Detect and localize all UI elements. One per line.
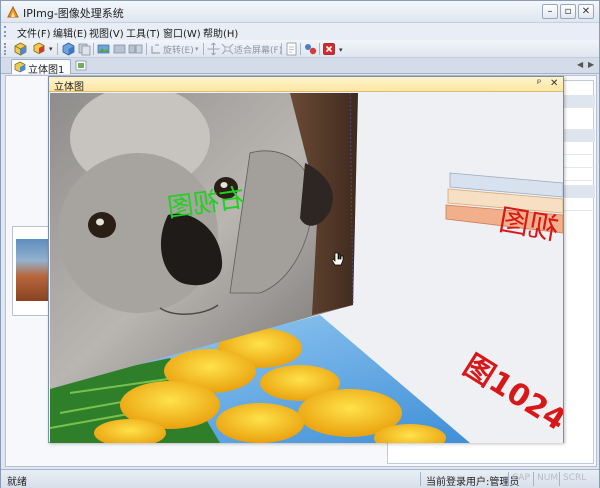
stereo-view-window[interactable]: 立体图 ᵖ ✕ 右视图 视图 图1024	[48, 76, 564, 443]
image-compare-icon[interactable]	[128, 42, 143, 56]
app-window: IPImg-图像处理系统 – ▫ ✕ 文件(F) 编辑(E) 视图(V) 工具(…	[0, 0, 600, 488]
status-separator	[420, 472, 421, 486]
image-export-icon[interactable]	[112, 42, 127, 56]
toolbar-separator	[146, 43, 147, 55]
bottom-caption: 图1024	[457, 348, 563, 438]
fit-screen-label[interactable]: 适合屏幕(F)	[234, 43, 282, 56]
move-icon[interactable]	[206, 42, 221, 56]
title-bar: IPImg-图像处理系统 – ▫ ✕	[1, 1, 599, 23]
status-scrl: SCRL	[563, 473, 587, 483]
window-title: IPImg-图像处理系统	[23, 7, 124, 20]
stereo-canvas[interactable]: 右视图 视图 图1024	[50, 93, 563, 443]
tab-document-1-label: 立体图1	[28, 65, 65, 76]
stereo-view-title: 立体图	[54, 82, 84, 93]
toolbar-grip[interactable]	[4, 43, 7, 55]
menu-window[interactable]: 窗口(W)	[163, 25, 201, 40]
thumbnail-panel	[12, 226, 52, 316]
toolbar-overflow-icon[interactable]: ▾	[339, 46, 343, 54]
new-tab-icon[interactable]	[75, 60, 88, 72]
stereo-view-titlebar[interactable]: 立体图 ᵖ ✕	[49, 77, 563, 93]
menu-file[interactable]: 文件(F)	[17, 25, 51, 40]
chevron-down-icon[interactable]: ▾	[49, 45, 53, 53]
pin-icon[interactable]: ᵖ	[537, 78, 541, 89]
restore-button[interactable]: ▫	[560, 4, 576, 19]
chevron-down-icon[interactable]: ▾	[195, 45, 199, 53]
status-separator	[559, 472, 560, 486]
document-icon[interactable]	[284, 42, 299, 56]
status-ready: 就绪	[7, 477, 27, 488]
settings-icon[interactable]	[303, 42, 318, 56]
image-import-icon[interactable]	[96, 42, 111, 56]
toolbar: ▾ 旋转(E) ▾ 适合屏幕(F) ▾	[1, 40, 599, 58]
toolbar-separator	[319, 43, 320, 55]
toolbar-separator	[281, 43, 282, 55]
toolbar-separator	[300, 43, 301, 55]
tab-scroll-right-icon[interactable]: ▶	[588, 60, 594, 69]
toolbar-separator	[93, 43, 94, 55]
close-button[interactable]: ✕	[578, 4, 594, 19]
status-current-user: 当前登录用户:管理员	[426, 477, 520, 488]
fit-screen-icon[interactable]	[220, 42, 235, 56]
minimize-button[interactable]: –	[542, 4, 558, 19]
status-num: NUM	[537, 473, 559, 483]
document-tab-strip: 立体图1 ◀ ▶	[1, 58, 599, 76]
delete-icon[interactable]	[322, 42, 337, 56]
cube-dropdown-icon[interactable]	[33, 42, 48, 56]
status-cap: CAP	[512, 473, 530, 483]
menu-help[interactable]: 帮助(H)	[203, 25, 238, 40]
menu-view[interactable]: 视图(V)	[89, 25, 124, 40]
app-logo-icon	[7, 5, 19, 18]
menu-tools[interactable]: 工具(T)	[126, 25, 160, 40]
desert-thumbnail-image[interactable]	[16, 239, 49, 301]
rotate-label[interactable]: 旋转(E)	[163, 43, 194, 56]
tab-document-1[interactable]: 立体图1	[11, 59, 71, 76]
status-bar: 就绪 当前登录用户:管理员 CAP NUM SCRL	[1, 469, 599, 488]
toolbar-separator	[203, 43, 204, 55]
menu-bar: 文件(F) 编辑(E) 视图(V) 工具(T) 窗口(W) 帮助(H)	[1, 23, 599, 40]
close-icon[interactable]: ✕	[550, 78, 558, 89]
copy-image-icon[interactable]	[77, 42, 92, 56]
tab-scroll-left-icon[interactable]: ◀	[577, 60, 583, 69]
cube-icon	[14, 61, 26, 73]
menu-grip[interactable]	[4, 26, 7, 37]
status-separator	[533, 472, 534, 486]
stereo-render[interactable]: 右视图 视图 图1024	[50, 93, 563, 443]
toolbar-separator	[57, 43, 58, 55]
rotate-icon[interactable]	[149, 42, 164, 56]
cube-icon[interactable]	[13, 42, 28, 56]
menu-edit[interactable]: 编辑(E)	[53, 25, 87, 40]
status-separator	[508, 472, 509, 486]
cube-blue-icon[interactable]	[61, 42, 76, 56]
